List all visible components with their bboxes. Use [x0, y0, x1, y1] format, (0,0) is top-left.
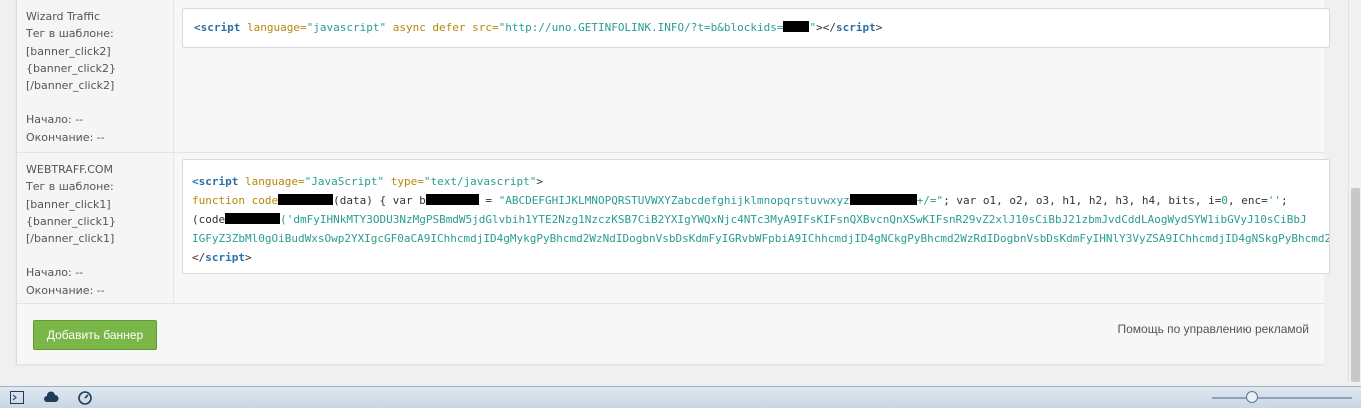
code-attr: type=	[384, 175, 424, 188]
tag-open: [banner_click2]	[26, 44, 111, 58]
code-line: </script>	[192, 248, 1329, 267]
code-attr: language=	[238, 175, 305, 188]
redaction-bar	[783, 21, 810, 32]
banner-row: WEBTRAFF.COM Тег в шаблоне: [banner_clic…	[17, 153, 1330, 304]
status-bar	[0, 386, 1361, 408]
code-string: "JavaScript"	[304, 175, 385, 188]
zoom-slider-handle[interactable]	[1246, 391, 1258, 403]
redaction-bar	[225, 213, 281, 224]
banner-name: WEBTRAFF.COM	[26, 163, 114, 176]
code-tag: <script	[194, 21, 241, 34]
code-text: (code	[192, 213, 226, 226]
code-text: , enc=	[1227, 194, 1268, 207]
help-link[interactable]: Помощь по управлению рекламой	[1117, 322, 1309, 336]
tag-label: Тег в шаблоне:	[26, 180, 114, 194]
start-date: Начало: --	[26, 266, 84, 280]
code-string: "javascript"	[306, 21, 387, 34]
code-text: </	[192, 251, 206, 264]
zoom-slider[interactable]	[1212, 397, 1352, 399]
redaction-bar	[278, 194, 334, 205]
end-date: Окончание: --	[26, 283, 105, 297]
banner-name: Wizard Traffic	[26, 10, 101, 23]
tag-close: [/banner_click1]	[26, 232, 115, 246]
code-string: "http://uno.GETINFOLINK.INFO/?t=b&blocki…	[498, 21, 784, 34]
code-string: +/="	[916, 194, 944, 207]
code-string: "text/javascript"	[423, 175, 537, 188]
banner-panel: Wizard Traffic Тег в шаблоне: [banner_cl…	[16, 0, 1330, 364]
banner-info: WEBTRAFF.COM Тег в шаблоне: [banner_clic…	[17, 153, 174, 303]
banner-code-field[interactable]: <script language="JavaScript" type="text…	[182, 159, 1330, 274]
start-date: Начало: --	[26, 113, 84, 127]
code-text: ; var o1, o2, o3, h1, h2, h3, h4, bits, …	[943, 194, 1222, 207]
banner-row: Wizard Traffic Тег в шаблоне: [banner_cl…	[17, 0, 1330, 153]
code-tag: script	[835, 21, 876, 34]
vertical-scrollbar[interactable]	[1348, 0, 1361, 382]
code-string: IGFyZ3ZbMl0gOiBudWxsOwp2YXIgcGF0aCA9IChh…	[192, 232, 1330, 245]
code-text: ;	[1280, 194, 1288, 207]
tag-alt: {banner_click1}	[26, 214, 117, 228]
cloud-icon[interactable]	[43, 391, 59, 405]
add-banner-button[interactable]: Добавить баннер	[33, 320, 157, 350]
tag-open: [banner_click1]	[26, 197, 111, 211]
code-string: "ABCDEFGHIJKLMNOPQRSTUVWXYZabcdefghijklm…	[498, 194, 850, 207]
code-text: =	[478, 194, 499, 207]
redaction-bar	[425, 194, 479, 205]
banner-info: Wizard Traffic Тег в шаблоне: [banner_cl…	[17, 0, 174, 152]
code-line: function code (data) { var b = "ABCDEFGHI…	[192, 191, 1329, 210]
code-string: ('dmFyIHNkMTY3ODU3NzMgPSBmdW5jdGlvbih1YT…	[280, 213, 1307, 226]
code-attr: language=	[240, 21, 307, 34]
code-text: ></	[816, 21, 836, 34]
code-line: (code ('dmFyIHNkMTY3ODU3NzMgPSBmdW5jdGlvb…	[192, 210, 1329, 229]
code-text: >	[875, 21, 883, 34]
end-date: Окончание: --	[26, 130, 105, 144]
scrollbar-thumb[interactable]	[1351, 188, 1360, 382]
code-tag: script	[205, 251, 245, 264]
code-text: >	[536, 175, 544, 188]
code-text: (data) { var b	[333, 194, 426, 207]
code-text: >	[245, 251, 252, 264]
code-string: ''	[1267, 194, 1281, 207]
code-keyword: function code	[192, 194, 279, 207]
terminal-icon[interactable]	[10, 391, 24, 405]
tag-label: Тег в шаблоне:	[26, 27, 114, 41]
banner-code-field[interactable]: <script language="javascript" async defe…	[182, 8, 1330, 48]
tag-alt: {banner_click2}	[26, 61, 117, 75]
code-tag: <script	[192, 175, 239, 188]
tag-close: [/banner_click2]	[26, 79, 115, 93]
code-number: 0	[1221, 194, 1228, 207]
redaction-bar	[849, 194, 917, 205]
code-line: IGFyZ3ZbMl0gOiBudWxsOwp2YXIgcGF0aCA9IChh…	[192, 229, 1329, 248]
code-attr: async defer src=	[386, 21, 499, 34]
code-line: <script language="JavaScript" type="text…	[192, 172, 1329, 191]
panel-footer: Добавить баннер Помощь по управлению рек…	[17, 304, 1324, 364]
speedometer-icon[interactable]	[78, 391, 92, 405]
